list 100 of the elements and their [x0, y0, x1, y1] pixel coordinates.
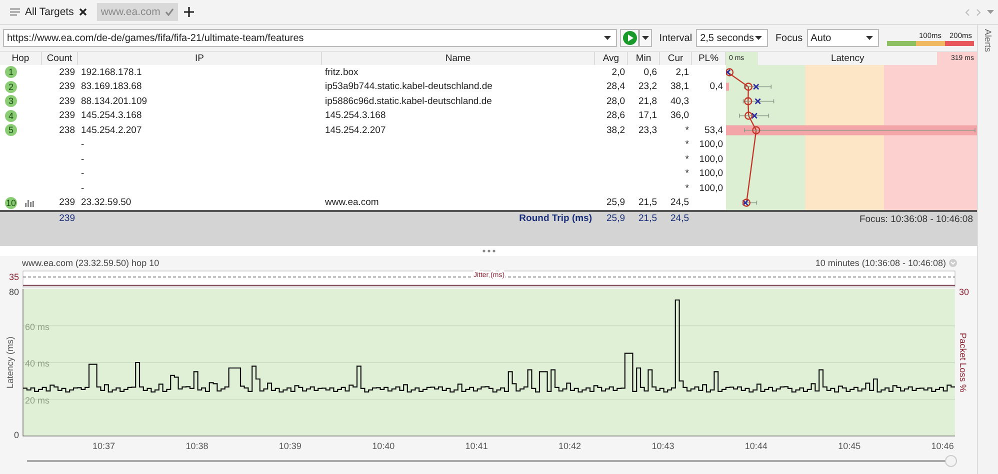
focus-range: Focus: 10:36:08 - 10:46:08 [858, 213, 974, 227]
range-whisker [726, 70, 729, 75]
table-cell: * [685, 124, 689, 136]
table-cell: 21,5 [638, 197, 657, 208]
url-field[interactable]: https://www.ea.com/de-de/games/fifa/fifa-21/ultimate-team/features [3, 29, 617, 47]
table-cell: 53,4 [704, 124, 723, 136]
table-cell: 28,6 [606, 110, 625, 122]
slider-thumb[interactable] [945, 455, 957, 467]
time-label: 10:42 [558, 441, 582, 451]
play-icon [622, 31, 636, 45]
time-label: 10:45 [838, 441, 861, 451]
ip-cell: - [81, 182, 84, 194]
jitter-axis-label: 35 [8, 272, 19, 282]
loss-axis-label: 30 [959, 287, 970, 297]
table-cell: 239 [59, 81, 75, 92]
chevron-left-icon[interactable] [965, 8, 970, 16]
average-marker [744, 97, 752, 106]
name-cell: ip5886c96d.static.kabel-deutschland.de [325, 96, 492, 107]
ip-cell: 145.254.3.168 [81, 110, 142, 122]
range-whisker [742, 200, 758, 206]
hop-badge: 4 [5, 110, 17, 122]
plus-icon[interactable] [184, 7, 194, 17]
ip-cell: 88.134.201.109 [81, 96, 148, 107]
table-cell: 238 [59, 124, 75, 136]
current-marker [754, 98, 761, 104]
hop-badge: 10 [5, 196, 18, 209]
interval-label: Interval [658, 32, 694, 44]
name-cell: www.ea.com [325, 197, 379, 208]
focus-dropdown[interactable]: Auto [806, 29, 880, 47]
column-header[interactable]: Cur [660, 52, 692, 65]
table-cell: 239 [59, 110, 75, 122]
hop-badge: 5 [5, 124, 17, 136]
time-label: 10:44 [744, 441, 768, 451]
column-header[interactable]: Name [322, 52, 595, 65]
time-label: 10:43 [652, 441, 674, 451]
time-label: 10:37 [92, 441, 116, 451]
current-marker [726, 69, 731, 76]
table-cell: 100,0 [699, 139, 723, 150]
range-whisker [739, 113, 770, 118]
table-cell: 28,4 [606, 81, 625, 92]
table-cell: * [685, 154, 689, 165]
gridline-label: 40 ms [25, 358, 50, 368]
column-header[interactable]: IP [78, 52, 322, 65]
average-marker [742, 198, 751, 207]
time-label: 10:39 [278, 441, 302, 451]
hop-badge: 2 [5, 80, 17, 93]
name-cell: 145.254.3.168 [325, 110, 386, 122]
column-header[interactable]: Latency [830, 52, 864, 65]
close-icon[interactable] [78, 8, 87, 16]
name-cell: fritz.box [325, 66, 358, 78]
average-marker [744, 112, 753, 120]
list-icon [10, 8, 20, 16]
time-range-dropdown[interactable]: 10 minutes (10:36:08 - 10:46:08) [815, 258, 957, 268]
table-cell: 25,9 [606, 197, 625, 208]
hop-badge: 3 [5, 95, 17, 108]
current-marker [751, 112, 758, 119]
caret-down-icon [604, 36, 611, 40]
dropdown-button[interactable] [639, 29, 652, 47]
table-cell: 100,0 [699, 168, 723, 180]
name-cell: ip53a9b744.static.kabel-deutschland.de [325, 81, 492, 92]
column-header[interactable]: Min [628, 52, 660, 65]
round-trip-value: 25,9 [606, 213, 625, 224]
splitter-handle-icon[interactable] [482, 249, 496, 253]
column-header[interactable]: Count [42, 52, 78, 65]
current-marker [752, 84, 760, 90]
y-axis-label: 0 [14, 430, 19, 440]
total-count: 239 [59, 213, 75, 224]
caret-down-icon [755, 36, 762, 40]
ip-cell: 23.32.59.50 [81, 197, 132, 208]
caret-down-icon[interactable] [987, 10, 994, 14]
table-cell: 38,2 [606, 124, 625, 136]
chevron-down-icon [949, 258, 957, 266]
time-label: 10:46 [931, 441, 954, 451]
table-cell: 21,8 [638, 96, 657, 107]
start-button[interactable] [620, 29, 640, 47]
interval-dropdown[interactable]: 2,5 seconds [696, 29, 768, 47]
ip-cell: - [81, 154, 84, 165]
ip-cell: 192.168.178.1 [81, 66, 142, 78]
checkmark-icon[interactable] [165, 8, 174, 16]
range-whisker [744, 84, 772, 90]
table-cell: 24,5 [670, 197, 689, 208]
ip-cell: - [81, 139, 84, 150]
focus-label: Focus [774, 32, 804, 44]
average-marker [726, 68, 734, 76]
column-header[interactable]: Hop [0, 52, 42, 65]
ip-cell: - [81, 168, 84, 180]
chevron-right-icon[interactable] [976, 8, 981, 16]
table-cell: 0,6 [644, 66, 657, 78]
average-marker [744, 82, 753, 91]
loss-axis-title: Packet Loss % [958, 332, 968, 392]
tab[interactable]: All Targets [6, 3, 91, 21]
caret-down-icon [866, 36, 874, 40]
table-cell: 28,0 [606, 96, 625, 107]
table-cell: 2,1 [676, 66, 689, 78]
table-cell: * [685, 182, 689, 194]
y-axis-title: Latency (ms) [5, 336, 15, 388]
column-header[interactable]: Avg [595, 52, 628, 65]
bar-chart-icon [25, 198, 34, 207]
round-trip-value: 21,5 [638, 213, 657, 224]
time-label: 10:41 [465, 441, 488, 451]
